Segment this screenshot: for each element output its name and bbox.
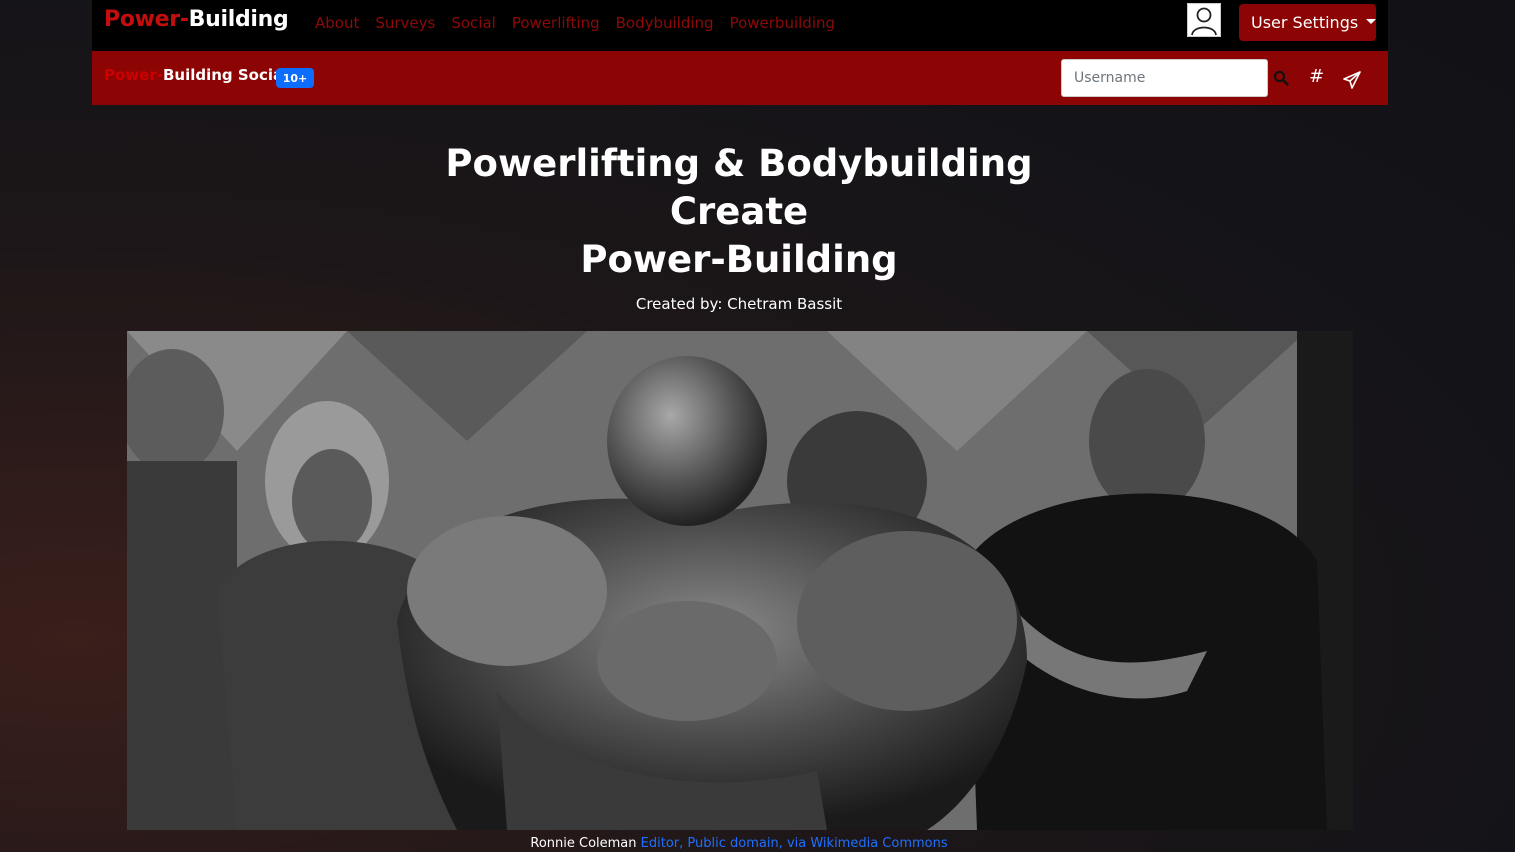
avatar[interactable] — [1187, 3, 1221, 37]
attribution-link[interactable]: Editor, Public domain, via Wikimedia Com… — [641, 836, 948, 851]
hero-title: Powerlifting & Bodybuilding Create Power… — [0, 140, 1478, 284]
social-bar: Power-Building Social 10+ # — [92, 51, 1388, 105]
social-brand-part-1: Power- — [104, 66, 163, 84]
user-settings-button[interactable]: User Settings — [1239, 4, 1377, 41]
image-caption: Ronnie Coleman Editor, Public domain, vi… — [0, 836, 1478, 851]
user-icon — [1191, 7, 1217, 36]
author-credit: Created by: Chetram Bassit — [635, 295, 843, 313]
photo-illustration — [127, 331, 1353, 830]
social-brand[interactable]: Power-Building Social — [104, 66, 288, 84]
send-icon[interactable] — [1343, 71, 1361, 89]
hashtag-icon[interactable]: # — [1309, 66, 1324, 87]
nav-link-surveys[interactable]: Surveys — [375, 14, 435, 32]
nav-link-about[interactable]: About — [315, 14, 359, 32]
notification-badge[interactable]: 10+ — [276, 68, 314, 88]
nav-link-powerbuilding[interactable]: Powerbuilding — [730, 14, 835, 32]
top-navbar: Power-Building About Surveys Social Powe… — [92, 0, 1388, 51]
nav-link-bodybuilding[interactable]: Bodybuilding — [616, 14, 714, 32]
hero-title-line-2: Create — [669, 190, 809, 233]
page-header: Power-Building About Surveys Social Powe… — [92, 0, 1388, 105]
hero-title-line-1: Powerlifting & Bodybuilding — [445, 142, 1033, 185]
hero-title-line-3: Power-Building — [580, 238, 898, 281]
username-search-input[interactable] — [1061, 59, 1268, 97]
nav-links: About Surveys Social Powerlifting Bodybu… — [315, 14, 851, 32]
user-settings-label: User Settings — [1251, 13, 1359, 32]
bodybuilder-photo — [127, 331, 1353, 830]
social-brand-part-2: Building Social — [162, 66, 289, 84]
search-icon[interactable] — [1273, 70, 1289, 86]
caret-down-icon — [1366, 19, 1377, 24]
brand-part-2: Building — [188, 7, 289, 32]
nav-link-powerlifting[interactable]: Powerlifting — [512, 14, 600, 32]
caption-subject: Ronnie Coleman — [530, 836, 637, 851]
nav-link-social[interactable]: Social — [451, 14, 495, 32]
brand-part-1: Power- — [104, 7, 189, 32]
brand-logo[interactable]: Power-Building — [104, 7, 289, 32]
